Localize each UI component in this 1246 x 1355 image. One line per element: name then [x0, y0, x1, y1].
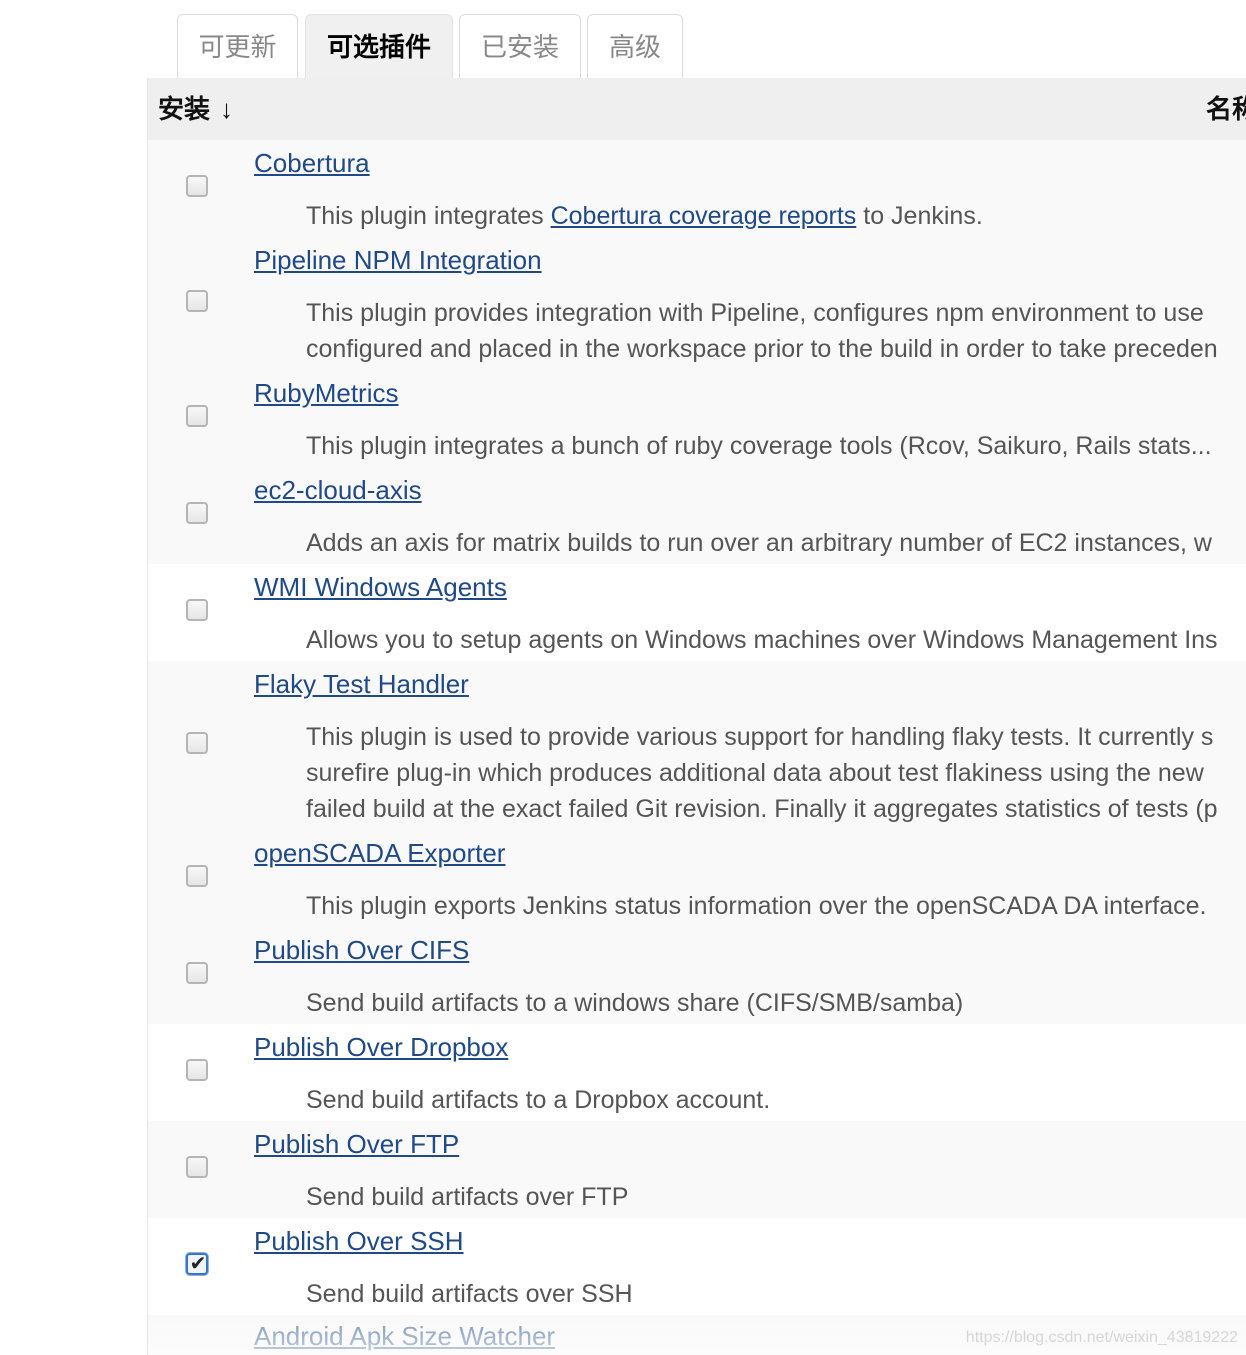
plugin-row: Cobertura This plugin integrates Cobertu… — [148, 140, 1246, 237]
description-line: Allows you to setup agents on Windows ma… — [306, 626, 1218, 654]
plugin-name-link[interactable]: Flaky Test Handler — [254, 669, 469, 700]
install-checkbox[interactable]: ✔ — [186, 1251, 208, 1275]
plugin-description: This plugin integrates Cobertura coverag… — [306, 198, 1246, 234]
description-link[interactable]: Cobertura coverage reports — [551, 202, 857, 230]
description-line: surefire plug-in which produces addition… — [306, 759, 1204, 787]
description-line: Adds an axis for matrix builds to run ov… — [306, 529, 1212, 557]
name-column-header[interactable]: 名称 — [1206, 78, 1246, 140]
description-line: Send build artifacts over SSH — [306, 1280, 633, 1308]
plugin-description: Adds an axis for matrix builds to run ov… — [306, 525, 1246, 561]
description-line: This plugin provides integration with Pi… — [306, 299, 1204, 327]
description-line: Send build artifacts to a Dropbox accoun… — [306, 1086, 771, 1114]
plugin-row: RubyMetrics This plugin integrates a bun… — [148, 370, 1246, 467]
install-checkbox[interactable] — [186, 502, 208, 524]
description-line: failed build at the exact failed Git rev… — [306, 795, 1218, 823]
checkmark-icon: ✔ — [189, 1251, 207, 1275]
plugin-row: ✔ Publish Over SSH Send build artifacts … — [148, 1218, 1246, 1315]
plugin-description: This plugin integrates a bunch of ruby c… — [306, 428, 1246, 464]
plugin-row: ec2-cloud-axis Adds an axis for matrix b… — [148, 467, 1246, 564]
plugin-name-link[interactable]: WMI Windows Agents — [254, 572, 507, 603]
description-text: This plugin integrates — [306, 202, 551, 230]
sort-arrow-icon: ↓ — [220, 94, 234, 124]
tab-installed[interactable]: 已安装 — [459, 14, 581, 78]
install-checkbox[interactable] — [186, 865, 208, 887]
description-line: This plugin exports Jenkins status infor… — [306, 892, 1207, 920]
plugin-description: Send build artifacts to a Dropbox accoun… — [306, 1082, 1246, 1118]
plugin-description: Send build artifacts to a windows share … — [306, 985, 1246, 1021]
install-checkbox[interactable] — [186, 405, 208, 427]
description-line: Send build artifacts over FTP — [306, 1183, 629, 1211]
plugin-name-link[interactable]: Cobertura — [254, 148, 370, 179]
install-column-label: 安装 — [158, 94, 211, 124]
install-checkbox[interactable] — [186, 962, 208, 984]
plugin-name-link[interactable]: RubyMetrics — [254, 378, 398, 409]
plugin-description: Allows you to setup agents on Windows ma… — [306, 622, 1246, 658]
plugin-description: This plugin is used to provide various s… — [306, 719, 1246, 827]
plugin-name-link[interactable]: Publish Over FTP — [254, 1129, 459, 1160]
plugin-description: Send build artifacts over FTP — [306, 1179, 1246, 1215]
description-line: This plugin integrates a bunch of ruby c… — [306, 432, 1212, 460]
plugin-row: Publish Over FTP Send build artifacts ov… — [148, 1121, 1246, 1218]
plugin-name-link[interactable]: Publish Over CIFS — [254, 935, 469, 966]
plugin-name-link[interactable]: Publish Over SSH — [254, 1226, 464, 1257]
plugin-name-link[interactable]: ec2-cloud-axis — [254, 475, 422, 506]
tab-available[interactable]: 可选插件 — [305, 14, 453, 78]
tab-updates[interactable]: 可更新 — [177, 14, 298, 78]
install-checkbox[interactable] — [186, 175, 208, 197]
plugin-row: Pipeline NPM Integration This plugin pro… — [148, 237, 1246, 370]
install-checkbox[interactable] — [186, 732, 208, 754]
plugin-description: This plugin exports Jenkins status infor… — [306, 888, 1246, 924]
description-line: Send build artifacts to a windows share … — [306, 989, 964, 1017]
description-line: configured and placed in the workspace p… — [306, 335, 1218, 363]
plugin-row: WMI Windows Agents Allows you to setup a… — [148, 564, 1246, 661]
plugin-description: This plugin provides integration with Pi… — [306, 295, 1246, 367]
table-header: 安装 ↓ 名称 — [148, 78, 1246, 140]
description-text: to Jenkins. — [856, 202, 983, 230]
install-checkbox[interactable] — [186, 1156, 208, 1178]
plugin-name-link[interactable]: Publish Over Dropbox — [254, 1032, 508, 1063]
install-checkbox[interactable] — [186, 290, 208, 312]
description-line: This plugin is used to provide various s… — [306, 723, 1214, 751]
plugin-name-link[interactable]: Pipeline NPM Integration — [254, 245, 542, 276]
plugin-name-link[interactable]: openSCADA Exporter — [254, 838, 505, 869]
plugin-table: 安装 ↓ 名称 Cobertura This plugin integrates … — [147, 78, 1246, 1355]
tab-advanced[interactable]: 高级 — [587, 14, 683, 78]
plugin-row: openSCADA Exporter This plugin exports J… — [148, 830, 1246, 927]
plugin-row: Flaky Test Handler This plugin is used t… — [148, 661, 1246, 830]
install-checkbox[interactable] — [186, 599, 208, 621]
plugin-row: Publish Over CIFS Send build artifacts t… — [148, 927, 1246, 1024]
install-column-header[interactable]: 安装 ↓ — [158, 78, 233, 140]
plugin-name-link[interactable]: Android Apk Size Watcher — [254, 1321, 555, 1352]
plugin-description: Send build artifacts over SSH — [306, 1276, 1246, 1312]
watermark-text: https://blog.csdn.net/weixin_43819222 — [965, 1329, 1238, 1346]
install-checkbox[interactable] — [186, 1059, 208, 1081]
plugin-row: Publish Over Dropbox Send build artifact… — [148, 1024, 1246, 1121]
